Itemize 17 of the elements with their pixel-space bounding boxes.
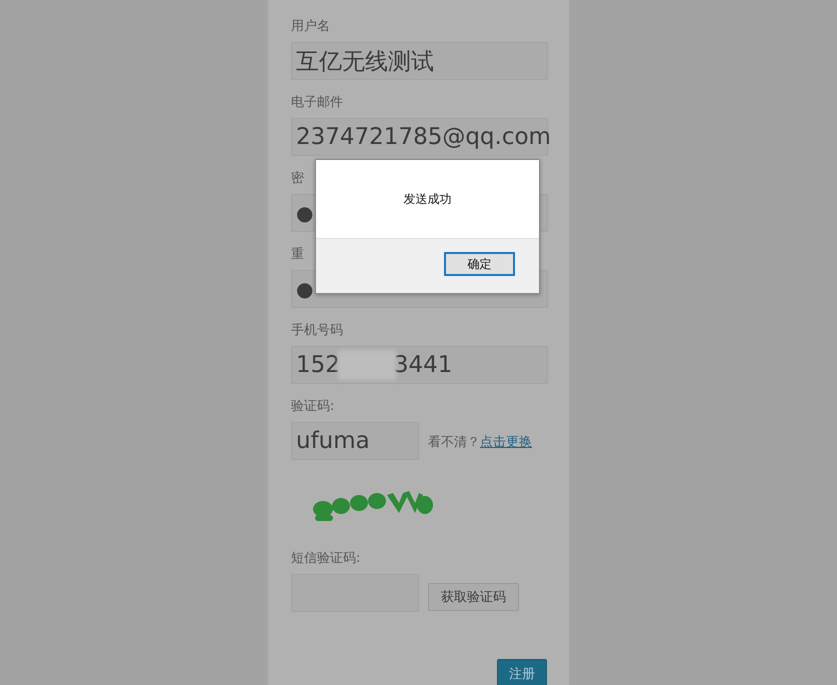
register-button[interactable]: 注册: [497, 659, 547, 685]
refresh-link[interactable]: 点击更换: [480, 435, 532, 450]
phone-field[interactable]: 152 3441: [291, 346, 548, 384]
input-field[interactable]: 互亿无线测试: [291, 42, 548, 80]
get-code-button[interactable]: 获取验证码: [428, 583, 519, 611]
dialog-message: 发送成功: [404, 190, 452, 208]
field-label: 重: [291, 247, 304, 263]
field-label: 验证码:: [291, 399, 334, 415]
field-label: 用户名: [291, 19, 330, 35]
field-label: 电子邮件: [291, 95, 343, 111]
field-label: 手机号码: [291, 323, 343, 339]
input-field[interactable]: 2374721785@qq.com: [291, 118, 548, 156]
captcha-field[interactable]: ufuma: [291, 422, 419, 460]
ok-button[interactable]: 确定: [444, 252, 515, 276]
hint-text: 看不清？: [428, 435, 480, 450]
field-label: 短信验证码:: [291, 551, 360, 567]
field-label: 密: [291, 171, 304, 187]
